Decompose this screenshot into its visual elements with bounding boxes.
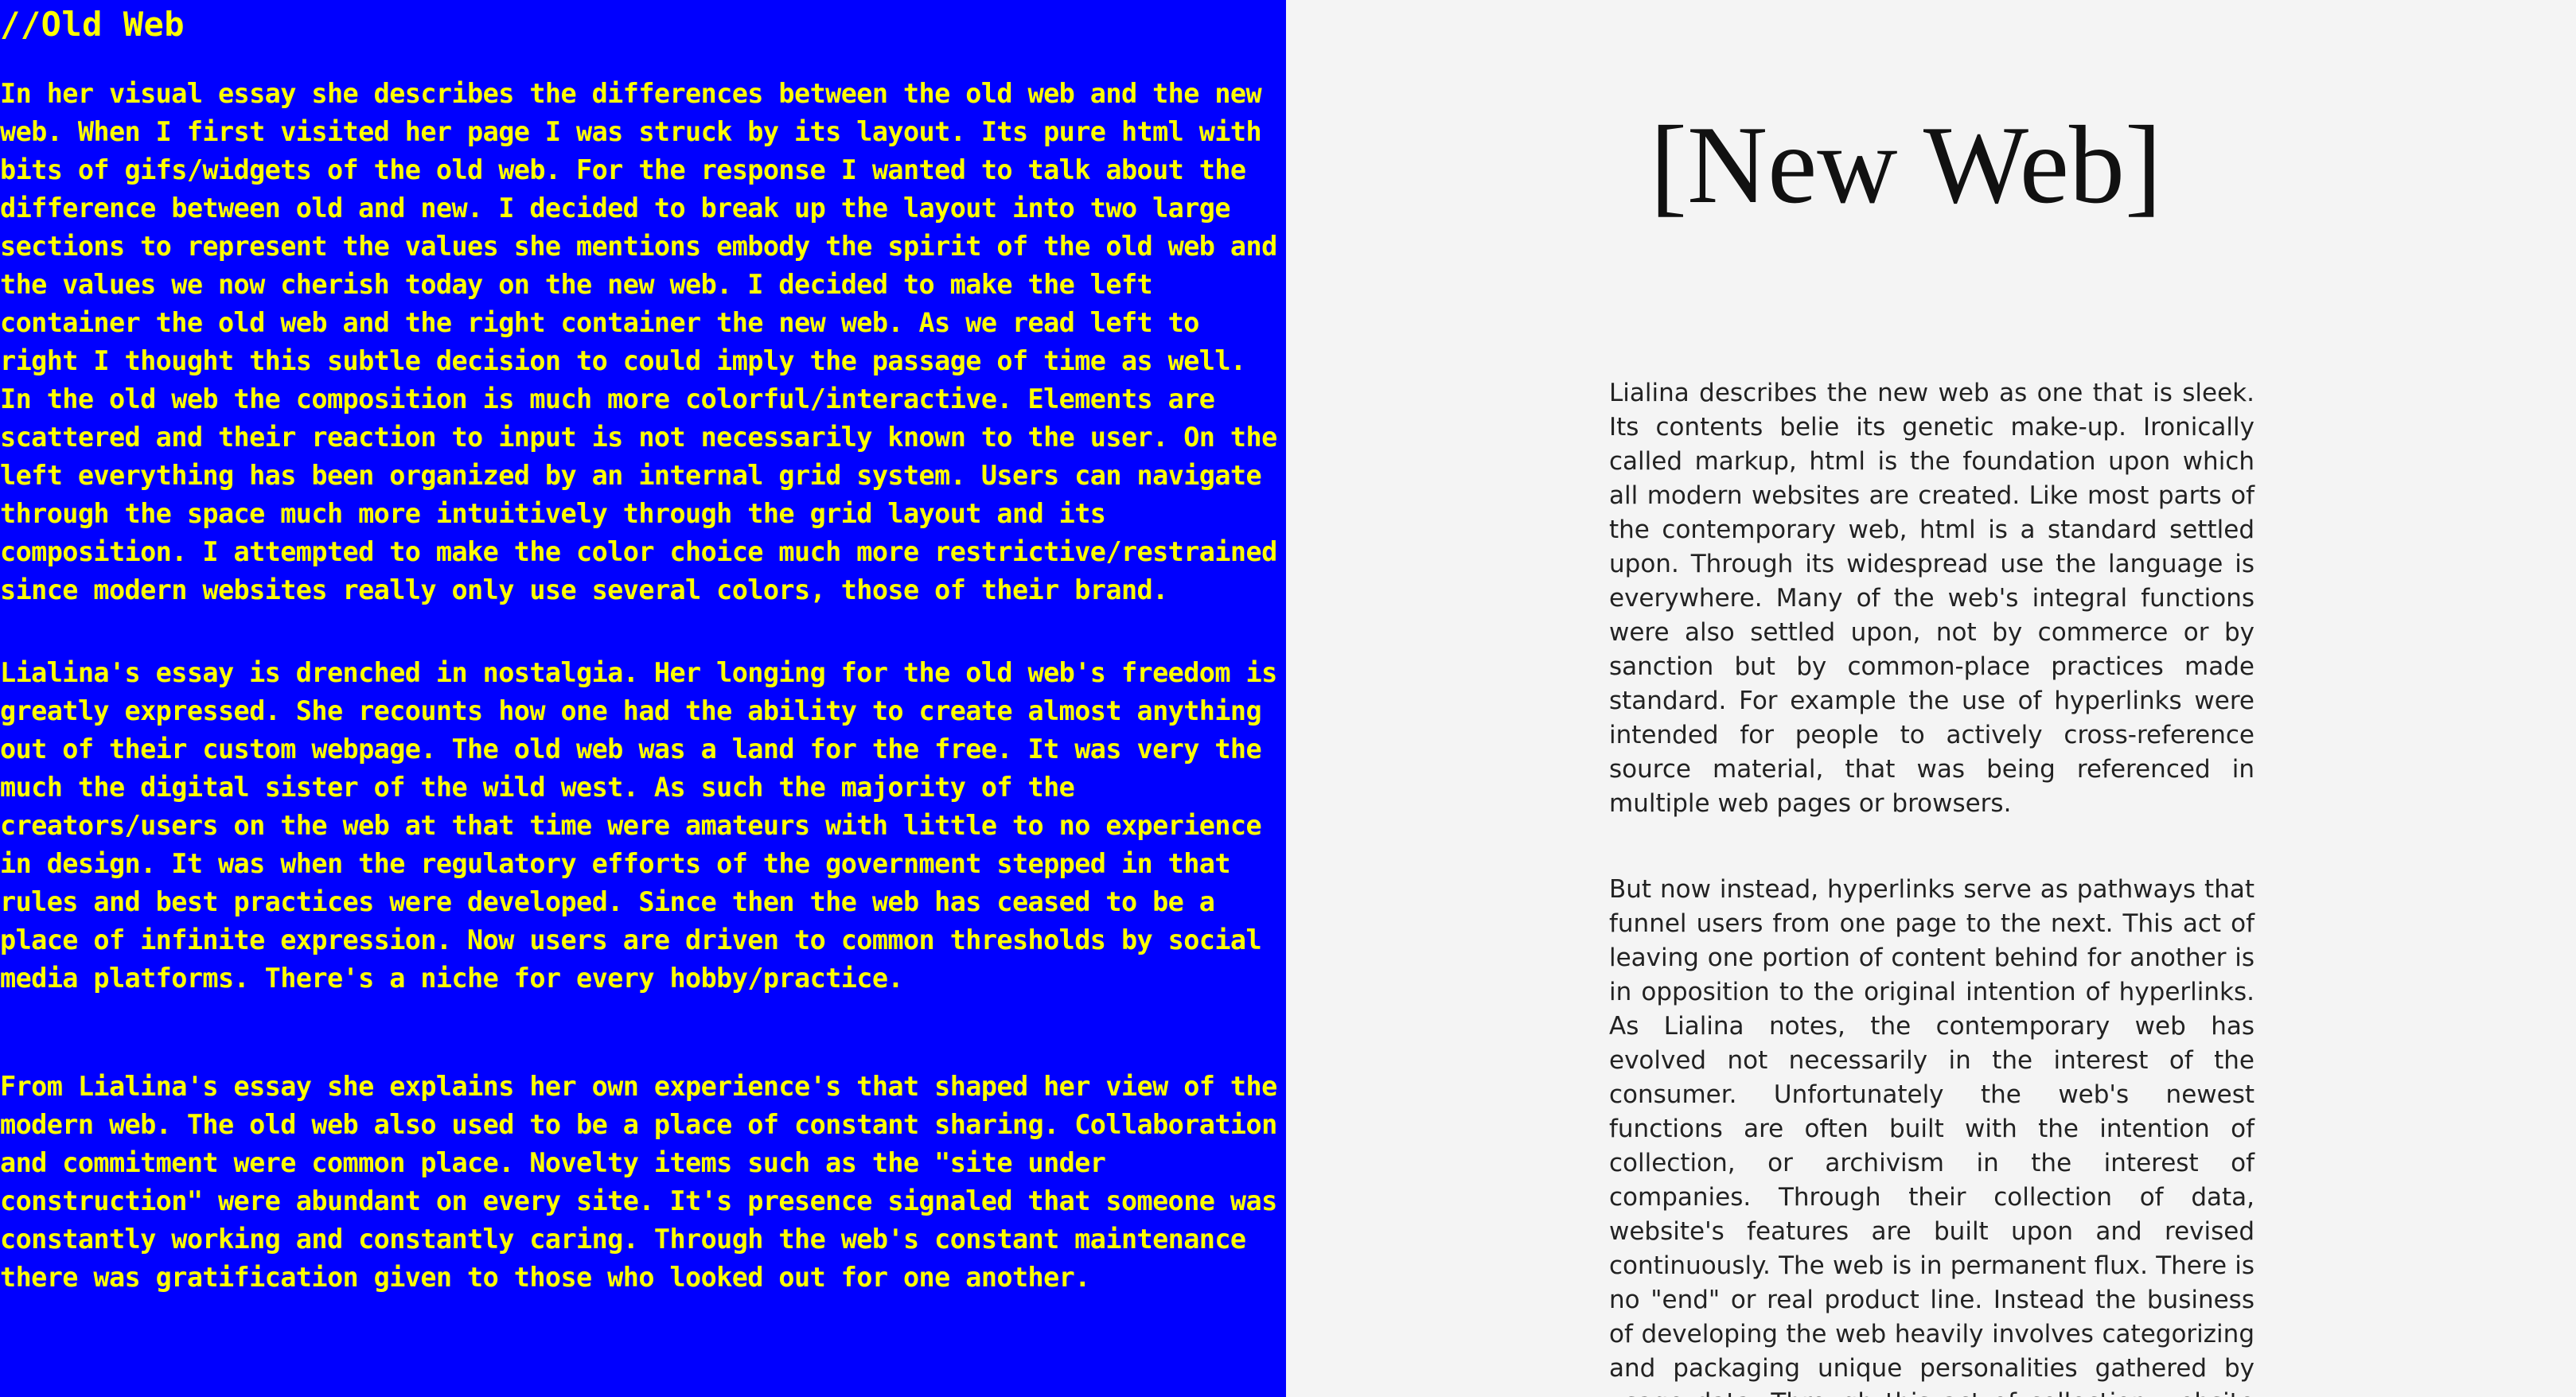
page: //Old Web In her visual essay she descri…	[0, 0, 2576, 1397]
old-web-title: //Old Web	[0, 5, 185, 44]
old-web-section: //Old Web In her visual essay she descri…	[0, 0, 1286, 1397]
new-web-title: [New Web]	[1650, 103, 2162, 227]
new-web-section: [New Web] Lialina describes the new web …	[1286, 0, 2576, 1397]
old-web-paragraph: From Lialina's essay she explains her ow…	[0, 1071, 1277, 1293]
old-web-paragraph: In her visual essay she describes the di…	[0, 78, 1277, 605]
new-web-paragraph: Lialina describes the new web as one tha…	[1609, 379, 2254, 818]
old-web-paragraph: Lialina's essay is drenched in nostalgia…	[0, 657, 1277, 994]
new-web-paragraph: But now instead, hyperlinks serve as pat…	[1609, 875, 2254, 1397]
